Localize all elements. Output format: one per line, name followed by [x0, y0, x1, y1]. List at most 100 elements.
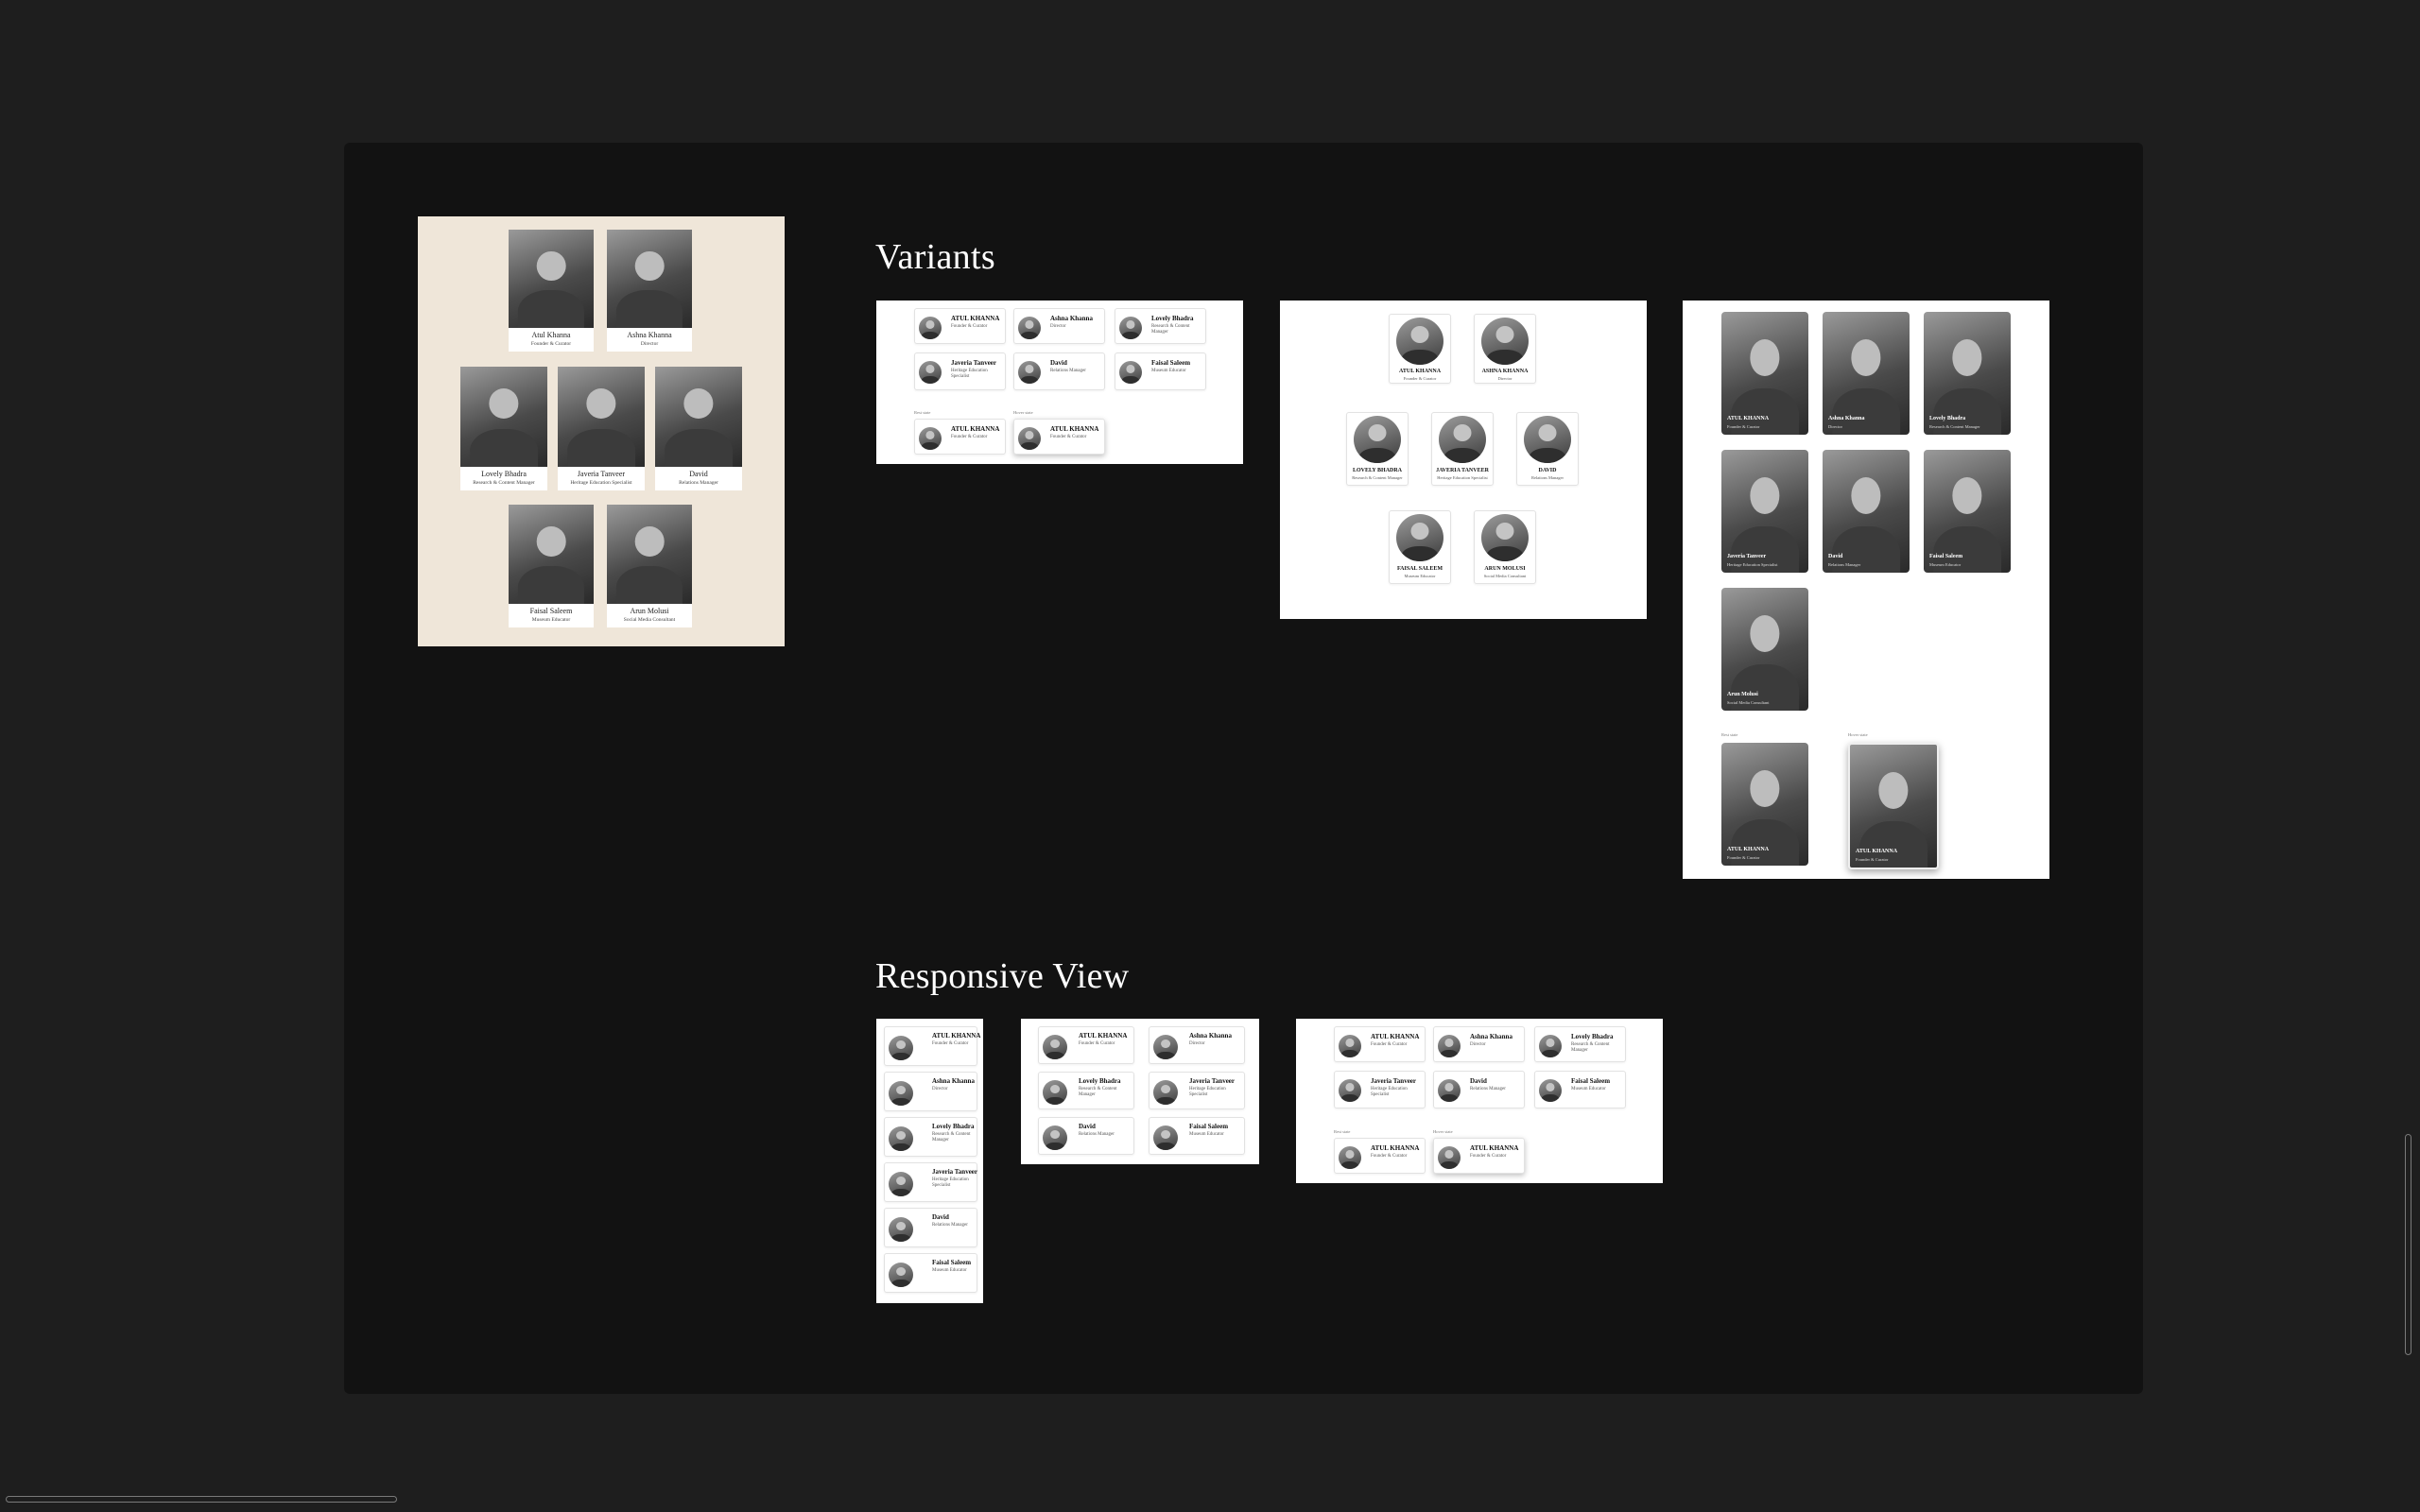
team-card[interactable]: Faisal Saleem Museum Educator	[509, 505, 594, 627]
team-card[interactable]: David Relations Manager	[655, 367, 742, 490]
vertical-scrollbar[interactable]	[2405, 1134, 2411, 1355]
portrait-photo	[607, 505, 692, 604]
member-name: David	[1079, 1123, 1096, 1130]
circle-card[interactable]: JAVERIA TANVEER Heritage Education Speci…	[1431, 412, 1494, 486]
list-card[interactable]: David Relations Manager	[1013, 352, 1105, 390]
list-card-hover[interactable]: ATUL KHANNA Founder & Curator	[1013, 419, 1105, 455]
member-role: Museum Educator	[1571, 1087, 1606, 1091]
member-role: Heritage Education Specialist	[1371, 1087, 1408, 1097]
member-name: Javeria Tanveer	[932, 1168, 978, 1176]
responsive-desktop[interactable]: ATUL KHANNA Founder & Curator Ashna Khan…	[1296, 1019, 1663, 1183]
responsive-tablet[interactable]: ATUL KHANNA Founder & Curator Ashna Khan…	[1021, 1019, 1259, 1164]
circle-card[interactable]: ASHNA KHANNA Director	[1474, 314, 1536, 384]
member-name: ATUL KHANNA	[1856, 849, 1898, 854]
team-card[interactable]: Ashna Khanna Director	[607, 230, 692, 352]
member-role: Museum Educator	[1151, 369, 1186, 373]
avatar	[889, 1172, 913, 1196]
avatar	[1438, 1079, 1461, 1102]
list-card[interactable]: ATUL KHANNA Founder & Curator	[1038, 1026, 1134, 1064]
list-card[interactable]: Javeria Tanveer Heritage Education Speci…	[914, 352, 1006, 390]
team-card[interactable]: Arun Molusi Social Media Consultant	[607, 505, 692, 627]
photo-card[interactable]: Faisal Saleem Museum Educator	[1924, 450, 2011, 573]
member-name: Ashna Khanna	[1050, 315, 1093, 322]
photo-card-hover[interactable]: ATUL KHANNA Founder & Curator	[1848, 743, 1939, 869]
photo-card-rest[interactable]: ATUL KHANNA Founder & Curator	[1721, 743, 1808, 866]
list-card[interactable]: ATUL KHANNA Founder & Curator	[884, 1026, 980, 1066]
member-name: Faisal Saleem	[529, 607, 573, 615]
avatar	[1339, 1079, 1361, 1102]
team-card[interactable]: Lovely Bhadra Research & Content Manager	[460, 367, 547, 490]
variant-list-cards[interactable]: ATUL KHANNA Founder & Curator Ashna Khan…	[876, 301, 1243, 464]
list-card[interactable]: Ashna Khanna Director	[1013, 308, 1105, 344]
member-name: Ashna Khanna	[1189, 1032, 1232, 1040]
list-card[interactable]: Javeria Tanveer Heritage Education Speci…	[884, 1162, 977, 1202]
member-role: Heritage Education Specialist	[1189, 1087, 1226, 1097]
member-name: Faisal Saleem	[1929, 554, 1963, 559]
team-card[interactable]: Javeria Tanveer Heritage Education Speci…	[558, 367, 645, 490]
member-role: Relations Manager	[932, 1223, 968, 1228]
avatar	[1018, 317, 1041, 339]
avatar	[919, 427, 942, 450]
list-card[interactable]: Faisal Saleem Museum Educator	[1115, 352, 1206, 390]
list-card[interactable]: Javeria Tanveer Heritage Education Speci…	[1334, 1071, 1426, 1108]
circle-card[interactable]: ATUL KHANNA Founder & Curator	[1389, 314, 1451, 384]
list-card[interactable]: ATUL KHANNA Founder & Curator	[914, 308, 1006, 344]
variants-heading: Variants	[875, 237, 995, 277]
list-card[interactable]: Lovely Bhadra Research & Content Manager	[884, 1117, 977, 1157]
circle-card[interactable]: ARUN MOLUSI Social Media Consultant	[1474, 510, 1536, 584]
member-name: ATUL KHANNA	[951, 425, 1000, 433]
member-role: Director	[932, 1087, 948, 1091]
rest-state-label: Rest state	[914, 410, 931, 415]
list-card[interactable]: Lovely Bhadra Research & Content Manager	[1115, 308, 1206, 344]
member-role: Founder & Curator	[1856, 857, 1889, 862]
list-card[interactable]: Faisal Saleem Museum Educator	[884, 1253, 977, 1293]
circle-card[interactable]: FAISAL SALEEM Museum Educator	[1389, 510, 1451, 584]
member-role: Research & Content Manager	[932, 1132, 971, 1143]
list-card[interactable]: David Relations Manager	[884, 1208, 977, 1247]
hover-state-label: Hover state	[1013, 410, 1033, 415]
list-card[interactable]: Javeria Tanveer Heritage Education Speci…	[1149, 1072, 1245, 1109]
list-card-rest[interactable]: ATUL KHANNA Founder & Curator	[914, 419, 1006, 455]
list-card[interactable]: Faisal Saleem Museum Educator	[1149, 1117, 1245, 1155]
list-card[interactable]: ATUL KHANNA Founder & Curator	[1334, 1026, 1426, 1062]
circle-card[interactable]: DAVID Relations Manager	[1516, 412, 1579, 486]
list-card[interactable]: Ashna Khanna Director	[1149, 1026, 1245, 1064]
variant-photo-cards[interactable]: ATUL KHANNA Founder & Curator Ashna Khan…	[1683, 301, 2049, 879]
hover-state-label: Hover state	[1848, 732, 1868, 737]
responsive-mobile[interactable]: ATUL KHANNA Founder & Curator Ashna Khan…	[876, 1019, 983, 1303]
avatar	[1339, 1035, 1361, 1057]
photo-card[interactable]: David Relations Manager	[1823, 450, 1910, 573]
list-card[interactable]: Faisal Saleem Museum Educator	[1534, 1071, 1626, 1108]
member-name: ATUL KHANNA	[1470, 1144, 1519, 1152]
member-role: Relations Manager	[1079, 1132, 1115, 1137]
photo-card[interactable]: Arun Molusi Social Media Consultant	[1721, 588, 1808, 711]
team-card[interactable]: Atul Khanna Founder & Curator	[509, 230, 594, 352]
portrait-photo	[509, 230, 594, 328]
team-grid-preview[interactable]: Atul Khanna Founder & Curator Ashna Khan…	[418, 216, 785, 646]
rest-state-label: Rest state	[1334, 1129, 1351, 1134]
member-role: Founder & Curator	[1079, 1041, 1115, 1046]
member-role: Heritage Education Specialist	[1727, 562, 1778, 567]
circle-card[interactable]: LOVELY BHADRA Research & Content Manager	[1346, 412, 1409, 486]
list-card[interactable]: Lovely Bhadra Research & Content Manager	[1038, 1072, 1134, 1109]
portrait-photo	[655, 367, 742, 467]
list-card-hover[interactable]: ATUL KHANNA Founder & Curator	[1433, 1138, 1525, 1174]
member-name: ATUL KHANNA	[1727, 416, 1770, 421]
list-card[interactable]: Ashna Khanna Director	[884, 1072, 977, 1111]
avatar	[1524, 416, 1571, 463]
photo-card[interactable]: Ashna Khanna Director	[1823, 312, 1910, 435]
horizontal-scrollbar[interactable]	[6, 1496, 397, 1503]
member-role: Director	[640, 341, 659, 347]
photo-card[interactable]: Lovely Bhadra Research & Content Manager	[1924, 312, 2011, 435]
list-card[interactable]: Ashna Khanna Director	[1433, 1026, 1525, 1062]
variant-circle-cards[interactable]: ATUL KHANNA Founder & Curator ASHNA KHAN…	[1280, 301, 1647, 619]
photo-card[interactable]: ATUL KHANNA Founder & Curator	[1721, 312, 1808, 435]
list-card[interactable]: Lovely Bhadra Research & Content Manager	[1534, 1026, 1626, 1062]
avatar	[889, 1217, 913, 1242]
list-card[interactable]: David Relations Manager	[1433, 1071, 1525, 1108]
list-card[interactable]: David Relations Manager	[1038, 1117, 1134, 1155]
member-name: Arun Molusi	[630, 607, 669, 615]
photo-card[interactable]: Javeria Tanveer Heritage Education Speci…	[1721, 450, 1808, 573]
member-name: Javeria Tanveer	[1727, 554, 1767, 559]
list-card-rest[interactable]: ATUL KHANNA Founder & Curator	[1334, 1138, 1426, 1174]
